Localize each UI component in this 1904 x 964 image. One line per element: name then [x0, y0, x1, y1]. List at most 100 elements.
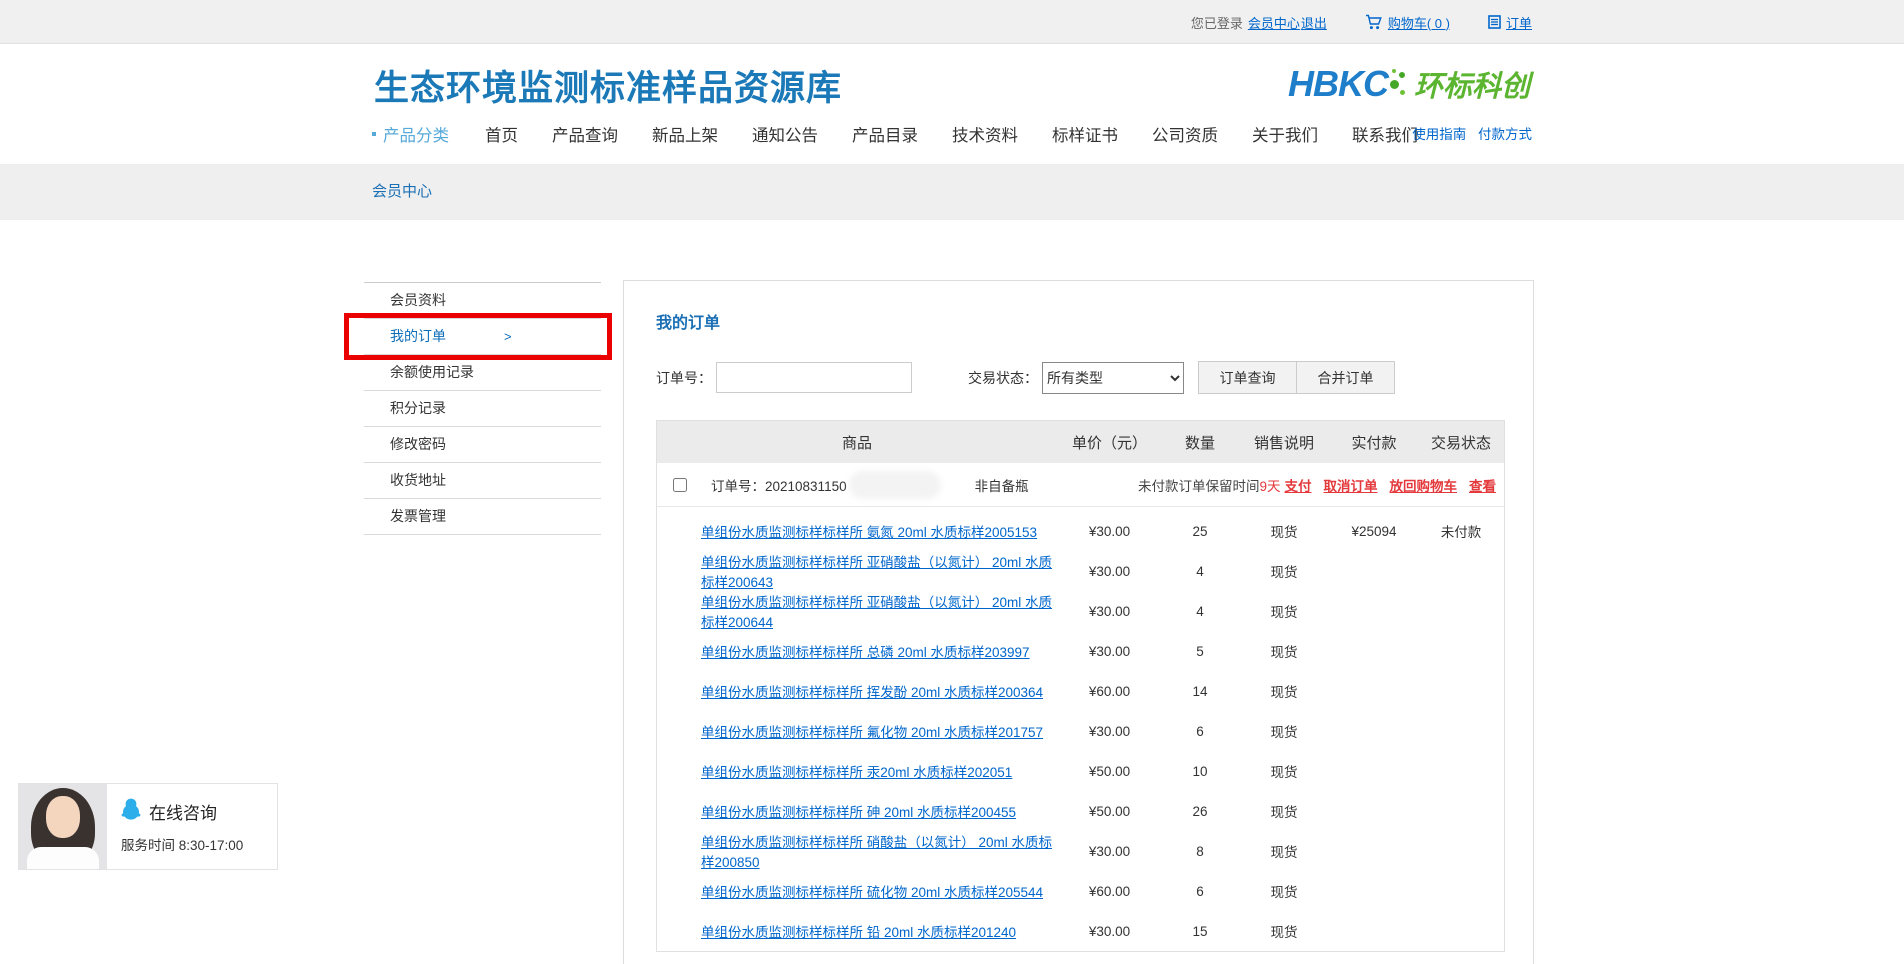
- order-no-input[interactable]: [716, 362, 912, 393]
- unit-price-cell: ¥30.00: [1057, 564, 1162, 579]
- sidebar-item-balance-records[interactable]: 余额使用记录: [364, 355, 601, 391]
- nav-item-home[interactable]: 首页: [485, 122, 518, 146]
- nav-item-qualifications[interactable]: 公司资质: [1152, 122, 1218, 146]
- logout-link[interactable]: 退出: [1301, 13, 1327, 32]
- product-link[interactable]: 单组份水质监测标样标样所 总磷 20ml 水质标样203997: [701, 645, 1030, 660]
- orders-group[interactable]: 订单: [1488, 13, 1532, 32]
- header-product: 商品: [657, 432, 1057, 453]
- product-link[interactable]: 单组份水质监测标样标样所 砷 20ml 水质标样200455: [701, 805, 1016, 820]
- breadcrumb-band: 会员中心: [0, 164, 1904, 220]
- nav-product-category[interactable]: 产品分类: [372, 122, 449, 146]
- nav-item-technical-docs[interactable]: 技术资料: [952, 122, 1018, 146]
- trade-status-select[interactable]: 所有类型: [1042, 362, 1184, 394]
- product-link[interactable]: 单组份水质监测标样标样所 氨氮 20ml 水质标样2005153: [701, 525, 1037, 540]
- sidebar-item-invoice-management[interactable]: 发票管理: [364, 499, 601, 535]
- product-link[interactable]: 单组份水质监测标样标样所 亚硝酸盐（以氮计） 20ml 水质标样200643: [701, 555, 1052, 590]
- member-center-link[interactable]: 会员中心: [1248, 13, 1300, 32]
- top-utility-bar: 您已登录 会员中心退出 购物车( 0 ) 订单: [0, 0, 1904, 44]
- table-row: 单组份水质监测标样标样所 氨氮 20ml 水质标样2005153 ¥30.00 …: [657, 511, 1504, 551]
- table-row: 单组份水质监测标样标样所 总磷 20ml 水质标样203997 ¥30.00 5…: [657, 631, 1504, 671]
- sales-note-cell: 现货: [1238, 761, 1330, 781]
- quantity-cell: 6: [1162, 724, 1238, 739]
- sales-note-cell: 现货: [1238, 681, 1330, 701]
- quantity-cell: 5: [1162, 644, 1238, 659]
- table-row: 单组份水质监测标样标样所 硫化物 20ml 水质标样205544 ¥60.00 …: [657, 871, 1504, 911]
- sidebar-item-points-records[interactable]: 积分记录: [364, 391, 601, 427]
- product-link[interactable]: 单组份水质监测标样标样所 亚硝酸盐（以氮计） 20ml 水质标样200644: [701, 595, 1052, 630]
- nav-item-certificates[interactable]: 标样证书: [1052, 122, 1118, 146]
- sidebar-item-my-orders[interactable]: 我的订单 >: [364, 319, 601, 355]
- order-no-label: 订单号：: [656, 368, 712, 388]
- nav-item-new-arrivals[interactable]: 新品上架: [652, 122, 718, 146]
- square-bullet-icon: [372, 132, 376, 136]
- quantity-cell: 10: [1162, 764, 1238, 779]
- company-logo: HBKC 环标科创: [1288, 66, 1530, 102]
- order-actions: 支付 取消订单 放回购物车 查看: [1285, 475, 1497, 495]
- orders-table-header: 商品 单价（元） 数量 销售说明 实付款 交易状态: [657, 421, 1504, 463]
- unit-price-cell: ¥30.00: [1057, 604, 1162, 619]
- sales-note-cell: 现货: [1238, 881, 1330, 901]
- nav-item-notices[interactable]: 通知公告: [752, 122, 818, 146]
- unit-price-cell: ¥30.00: [1057, 724, 1162, 739]
- cart-group[interactable]: 购物车( 0 ): [1365, 13, 1450, 32]
- orders-panel: 我的订单 订单号： 交易状态： 所有类型 订单查询 合并订单 商品 单价（元） …: [623, 280, 1534, 964]
- quantity-cell: 15: [1162, 924, 1238, 939]
- order-query-button[interactable]: 订单查询: [1198, 361, 1297, 394]
- sales-note-cell: 现货: [1238, 641, 1330, 661]
- cancel-order-link[interactable]: 取消订单: [1324, 475, 1378, 495]
- sidebar-item-change-password[interactable]: 修改密码: [364, 427, 601, 463]
- page-title: 我的订单: [656, 309, 1505, 333]
- qq-penguin-icon: [121, 798, 141, 825]
- trade-status-cell: 未付款: [1418, 521, 1504, 541]
- pay-link[interactable]: 支付: [1285, 475, 1312, 495]
- product-link[interactable]: 单组份水质监测标样标样所 硝酸盐（以氮计） 20ml 水质标样200850: [701, 835, 1052, 870]
- table-row: 单组份水质监测标样标样所 氟化物 20ml 水质标样201757 ¥30.00 …: [657, 711, 1504, 751]
- product-link[interactable]: 单组份水质监测标样标样所 挥发酚 20ml 水质标样200364: [701, 685, 1043, 700]
- table-row: 单组份水质监测标样标样所 硝酸盐（以氮计） 20ml 水质标样200850 ¥3…: [657, 831, 1504, 871]
- orders-link[interactable]: 订单: [1506, 13, 1532, 32]
- product-link[interactable]: 单组份水质监测标样标样所 氟化物 20ml 水质标样201757: [701, 725, 1043, 740]
- product-link[interactable]: 单组份水质监测标样标样所 汞20ml 水质标样202051: [701, 765, 1012, 780]
- guide-link[interactable]: 使用指南: [1412, 127, 1466, 142]
- table-row: 单组份水质监测标样标样所 铅 20ml 水质标样201240 ¥30.00 15…: [657, 911, 1504, 951]
- header-sales-note: 销售说明: [1238, 432, 1330, 453]
- quantity-cell: 4: [1162, 564, 1238, 579]
- view-order-link[interactable]: 查看: [1469, 475, 1496, 495]
- chat-service-hours: 服务时间 8:30-17:00: [121, 834, 243, 854]
- nav-item-product-search[interactable]: 产品查询: [552, 122, 618, 146]
- unit-price-cell: ¥60.00: [1057, 884, 1162, 899]
- product-link[interactable]: 单组份水质监测标样标样所 铅 20ml 水质标样201240: [701, 925, 1016, 940]
- sidebar-item-shipping-address[interactable]: 收货地址: [364, 463, 601, 499]
- order-search-bar: 订单号： 交易状态： 所有类型 订单查询 合并订单: [656, 361, 1505, 394]
- return-to-cart-link[interactable]: 放回购物车: [1390, 475, 1458, 495]
- sidebar-item-member-profile[interactable]: 会员资料: [364, 283, 601, 319]
- merge-orders-button[interactable]: 合并订单: [1296, 361, 1395, 394]
- payment-method-link[interactable]: 付款方式: [1478, 127, 1532, 142]
- header-paid-amount: 实付款: [1330, 432, 1418, 453]
- chat-title: 在线咨询: [149, 799, 217, 824]
- unit-price-cell: ¥30.00: [1057, 844, 1162, 859]
- header-quantity: 数量: [1162, 432, 1238, 453]
- nav-item-about-us[interactable]: 关于我们: [1252, 122, 1318, 146]
- chevron-right-icon: >: [504, 319, 512, 354]
- sales-note-cell: 现货: [1238, 921, 1330, 941]
- logged-in-text: 您已登录: [1191, 13, 1243, 32]
- unit-price-cell: ¥30.00: [1057, 924, 1162, 939]
- online-chat-widget[interactable]: 在线咨询 服务时间 8:30-17:00: [18, 783, 278, 870]
- quantity-cell: 8: [1162, 844, 1238, 859]
- cart-icon: [1365, 14, 1383, 30]
- product-link[interactable]: 单组份水质监测标样标样所 硫化物 20ml 水质标样205544: [701, 885, 1043, 900]
- table-row: 单组份水质监测标样标样所 亚硝酸盐（以氮计） 20ml 水质标样200643 ¥…: [657, 551, 1504, 591]
- order-checkbox[interactable]: [673, 478, 687, 492]
- table-row: 单组份水质监测标样标样所 汞20ml 水质标样202051 ¥50.00 10 …: [657, 751, 1504, 791]
- breadcrumb[interactable]: 会员中心: [372, 183, 432, 200]
- trade-status-label: 交易状态：: [968, 368, 1038, 388]
- header-trade-status: 交易状态: [1418, 432, 1504, 453]
- sales-note-cell: 现货: [1238, 521, 1330, 541]
- sales-note-cell: 现货: [1238, 601, 1330, 621]
- cart-link[interactable]: 购物车( 0 ): [1388, 13, 1450, 32]
- sales-note-cell: 现货: [1238, 841, 1330, 861]
- unit-price-cell: ¥50.00: [1057, 764, 1162, 779]
- nav-item-product-catalog[interactable]: 产品目录: [852, 122, 918, 146]
- brand-name-text: 环标科创: [1414, 73, 1530, 102]
